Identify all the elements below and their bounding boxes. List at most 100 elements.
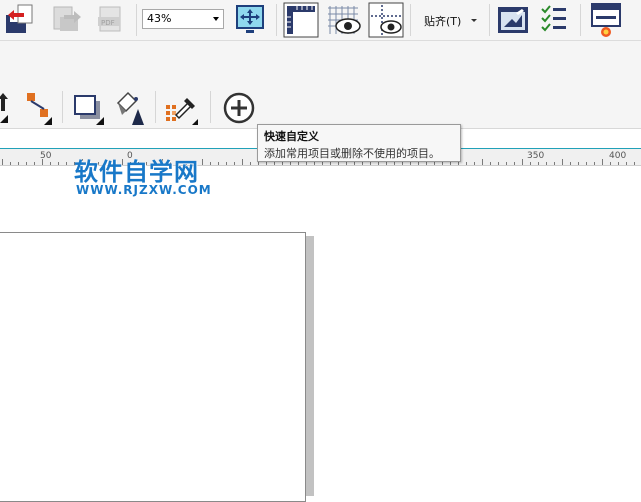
ruler-tick bbox=[522, 159, 523, 165]
ruler-label: 400 bbox=[609, 151, 627, 161]
separator bbox=[410, 4, 411, 36]
full-screen-preview-icon[interactable] bbox=[234, 3, 266, 35]
ruler-tick bbox=[34, 162, 35, 165]
ruler-tick bbox=[338, 162, 339, 165]
ruler-tick bbox=[482, 159, 483, 165]
zoom-level-select[interactable]: 43% bbox=[142, 9, 224, 29]
separator bbox=[580, 4, 581, 36]
ruler-tick bbox=[634, 162, 635, 165]
ruler-tick bbox=[610, 162, 611, 165]
ruler-tick bbox=[546, 162, 547, 165]
zoom-level-value: 43% bbox=[147, 12, 172, 25]
ruler-tick bbox=[330, 162, 331, 165]
watermark-title: 软件自学网 bbox=[74, 158, 199, 186]
drop-shadow-icon[interactable] bbox=[70, 91, 106, 127]
ruler-tick bbox=[218, 162, 219, 165]
ruler-tick bbox=[250, 162, 251, 165]
ruler-tick bbox=[386, 162, 387, 165]
ruler-tick bbox=[354, 162, 355, 165]
ruler-tick bbox=[290, 162, 291, 165]
ruler-tick bbox=[506, 162, 507, 165]
separator bbox=[136, 4, 137, 36]
snap-to-dropdown[interactable]: 贴齐(T) bbox=[416, 4, 482, 34]
separator bbox=[276, 4, 277, 36]
ruler-tick bbox=[370, 162, 371, 165]
ruler-tick bbox=[626, 162, 627, 165]
ruler-tick bbox=[602, 159, 603, 165]
ruler-tick bbox=[266, 162, 267, 165]
ruler-tick bbox=[450, 162, 451, 165]
application-launcher-icon[interactable] bbox=[590, 2, 622, 38]
ruler-tick bbox=[50, 162, 51, 165]
grid-icon[interactable] bbox=[326, 2, 362, 38]
tooltip-title: 快速自定义 bbox=[264, 130, 319, 143]
ruler-tick bbox=[202, 159, 203, 165]
ruler-tick bbox=[314, 162, 315, 165]
ruler-tick bbox=[554, 162, 555, 165]
eyedropper-icon[interactable] bbox=[162, 89, 200, 127]
snap-to-label: 贴齐(T) bbox=[424, 15, 462, 28]
ruler-tick bbox=[18, 162, 19, 165]
tooltip-description: 添加常用项目或删除不使用的项目。 bbox=[264, 147, 440, 160]
ruler-tick bbox=[434, 162, 435, 165]
ruler-tick bbox=[66, 162, 67, 165]
ruler-tick bbox=[586, 162, 587, 165]
ruler-tick bbox=[210, 162, 211, 165]
ruler-tick bbox=[530, 162, 531, 165]
options-icon[interactable] bbox=[496, 3, 530, 35]
standard-toolbar: PDF 43% 贴齐(T) bbox=[0, 0, 641, 41]
ruler-tick bbox=[42, 159, 43, 165]
chevron-down-icon bbox=[213, 17, 219, 21]
ruler-tick bbox=[514, 162, 515, 165]
chevron-down-icon bbox=[471, 19, 477, 22]
welcome-icon[interactable] bbox=[538, 3, 568, 35]
ruler-tick bbox=[594, 162, 595, 165]
separator bbox=[62, 91, 63, 123]
ruler-tick bbox=[570, 162, 571, 165]
watermark-url: WWW.RJZXW.COM bbox=[76, 183, 212, 197]
fill-icon[interactable] bbox=[112, 89, 148, 127]
ruler-tick bbox=[490, 162, 491, 165]
separator bbox=[210, 91, 211, 123]
ruler-tick bbox=[2, 159, 3, 165]
ruler-tick bbox=[306, 162, 307, 165]
ruler-tick bbox=[242, 159, 243, 165]
quick-customize-tooltip: 快速自定义 添加常用项目或删除不使用的项目。 bbox=[257, 124, 461, 162]
publish-pdf-icon[interactable]: PDF bbox=[94, 3, 126, 35]
ruler-tick bbox=[346, 162, 347, 165]
ruler-label: 350 bbox=[527, 151, 545, 161]
ruler-tick bbox=[418, 162, 419, 165]
page-shadow bbox=[306, 236, 314, 496]
separator bbox=[155, 91, 156, 123]
ruler-tick bbox=[298, 162, 299, 165]
svg-text:PDF: PDF bbox=[101, 19, 115, 27]
node-edit-icon[interactable] bbox=[24, 91, 56, 127]
ruler-tick bbox=[274, 162, 275, 165]
import-icon[interactable] bbox=[4, 3, 38, 35]
add-icon[interactable] bbox=[222, 91, 256, 125]
separator bbox=[489, 4, 490, 36]
ruler-tick bbox=[474, 162, 475, 165]
ruler-tick bbox=[562, 159, 563, 165]
rulers-icon[interactable] bbox=[283, 2, 319, 38]
ruler-tick bbox=[394, 162, 395, 165]
ruler-tick bbox=[578, 162, 579, 165]
ruler-tick bbox=[26, 162, 27, 165]
ruler-tick bbox=[426, 162, 427, 165]
ruler-tick bbox=[58, 162, 59, 165]
ruler-tick bbox=[618, 162, 619, 165]
ruler-tick bbox=[226, 162, 227, 165]
property-toolbar bbox=[0, 41, 641, 129]
ruler-tick bbox=[378, 162, 379, 165]
ruler-tick bbox=[234, 162, 235, 165]
connector-icon[interactable] bbox=[0, 91, 14, 127]
ruler-tick bbox=[258, 162, 259, 165]
ruler-tick bbox=[498, 162, 499, 165]
export-icon[interactable] bbox=[48, 3, 84, 35]
ruler-tick bbox=[458, 162, 459, 165]
drawing-page[interactable] bbox=[0, 232, 306, 502]
ruler-tick bbox=[10, 162, 11, 165]
guidelines-icon[interactable] bbox=[368, 2, 404, 38]
ruler-tick bbox=[466, 162, 467, 165]
ruler-tick bbox=[410, 162, 411, 165]
